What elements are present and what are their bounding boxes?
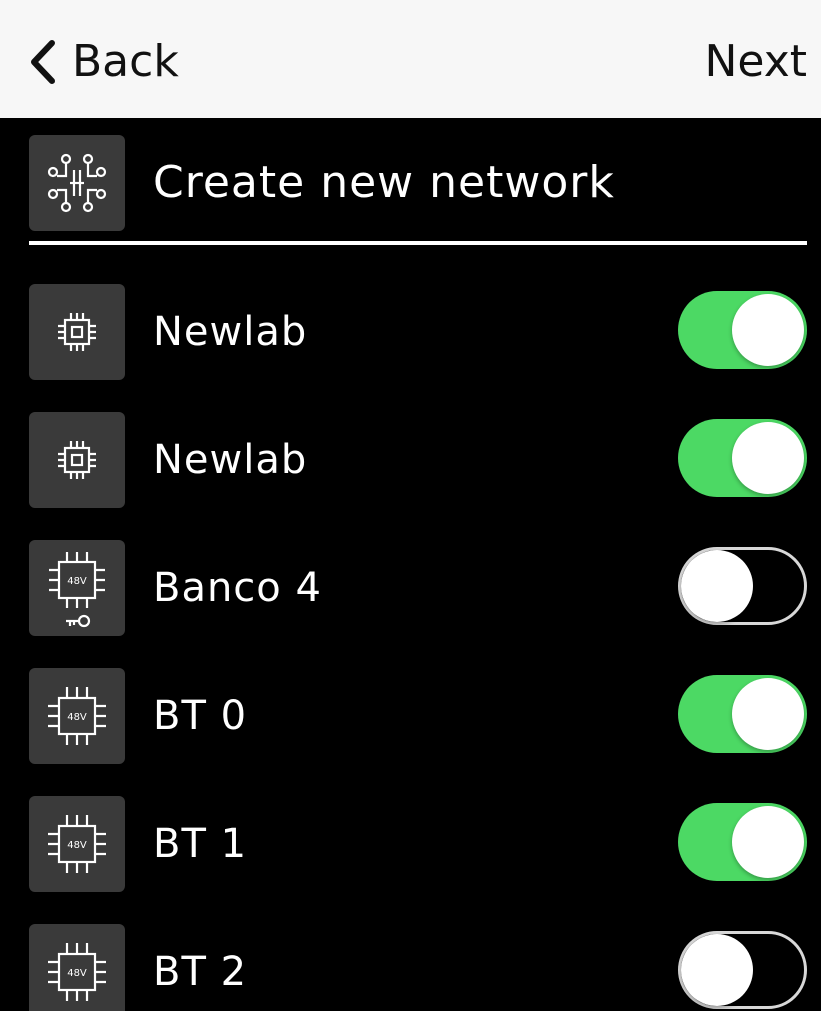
svg-text:48V: 48V — [67, 576, 87, 587]
svg-text:48V: 48V — [67, 712, 87, 723]
network-label: Banco 4 — [153, 565, 322, 611]
network-toggle[interactable] — [678, 803, 807, 881]
chip-48v-icon: 48V — [29, 924, 125, 1011]
network-list-panel: Create new network Newlab Newlab 48V Ban… — [0, 118, 821, 1011]
network-label: Newlab — [153, 437, 308, 483]
network-label: BT 1 — [153, 821, 248, 867]
chip-48v-icon: 48V — [29, 668, 125, 764]
chip-48v-key-icon: 48V — [29, 540, 125, 636]
network-toggle[interactable] — [678, 419, 807, 497]
chip-48v-icon: 48V — [29, 796, 125, 892]
network-toggle[interactable] — [678, 931, 807, 1009]
network-row[interactable]: 48V Banco 4 — [0, 540, 821, 668]
network-row[interactable]: Newlab — [0, 284, 821, 412]
chip-icon — [29, 412, 125, 508]
create-network-row[interactable]: Create new network — [0, 118, 821, 246]
toggle-knob — [681, 550, 753, 622]
toggle-knob — [732, 422, 804, 494]
network-tree-icon — [29, 135, 125, 231]
navigation-bar: Back Next — [0, 0, 821, 118]
network-row[interactable]: 48V BT 2 — [0, 924, 821, 1011]
toggle-knob — [732, 806, 804, 878]
chevron-left-icon — [31, 40, 55, 84]
toggle-knob — [732, 294, 804, 366]
back-button[interactable]: Back — [26, 34, 179, 90]
network-label: Newlab — [153, 309, 308, 355]
back-label: Back — [72, 36, 179, 87]
divider — [29, 241, 807, 245]
svg-text:48V: 48V — [67, 840, 87, 851]
toggle-knob — [681, 934, 753, 1006]
network-toggle[interactable] — [678, 675, 807, 753]
network-toggle[interactable] — [678, 291, 807, 369]
svg-text:48V: 48V — [67, 968, 87, 979]
network-toggle[interactable] — [678, 547, 807, 625]
network-row[interactable]: 48V BT 1 — [0, 796, 821, 924]
toggle-knob — [732, 678, 804, 750]
create-network-label: Create new network — [153, 157, 615, 208]
next-button[interactable]: Next — [704, 34, 807, 90]
network-row[interactable]: 48V BT 0 — [0, 668, 821, 796]
network-label: BT 2 — [153, 949, 248, 995]
network-label: BT 0 — [153, 693, 248, 739]
network-row[interactable]: Newlab — [0, 412, 821, 540]
chip-icon — [29, 284, 125, 380]
